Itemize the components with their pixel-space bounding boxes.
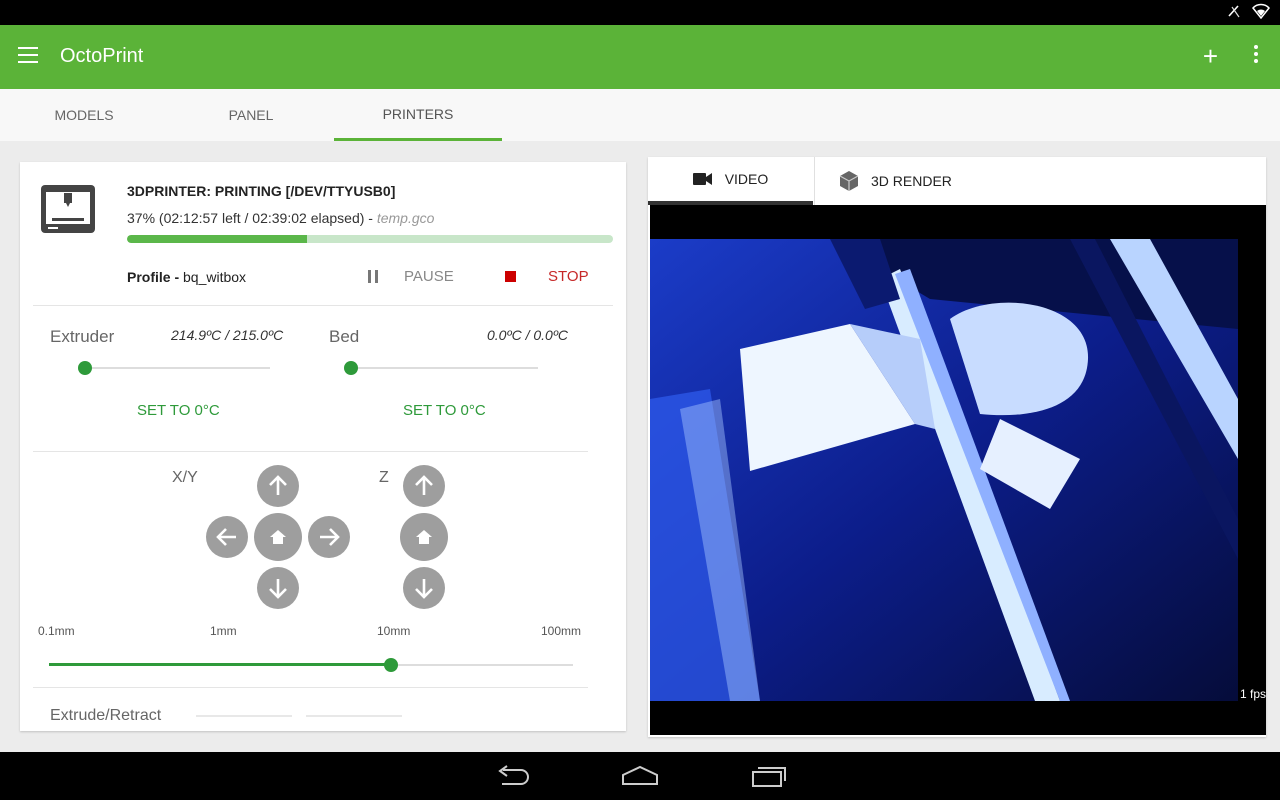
step-slider-fill xyxy=(49,663,391,666)
printer-status-title: 3DPRINTER: PRINTING [/DEV/TTYUSB0] xyxy=(127,183,396,199)
z-down-button[interactable] xyxy=(403,567,445,609)
overflow-menu-icon[interactable] xyxy=(1250,45,1262,66)
profile-value: bq_witbox xyxy=(183,269,247,285)
arrow-up-icon xyxy=(415,475,433,495)
bed-slider-track xyxy=(352,367,538,369)
tab-3d-render-label: 3D RENDER xyxy=(871,173,952,189)
home-icon xyxy=(416,530,432,544)
step-label-2: 10mm xyxy=(377,624,411,638)
arrow-up-icon xyxy=(269,475,287,495)
add-icon[interactable]: + xyxy=(1203,43,1218,69)
tab-printers[interactable]: PRINTERS xyxy=(334,89,502,141)
home-nav-icon[interactable] xyxy=(621,764,659,793)
fps-label: 1 fps xyxy=(1240,687,1266,701)
bed-label: Bed xyxy=(329,327,360,346)
y-down-button[interactable] xyxy=(257,567,299,609)
tab-panel[interactable]: PANEL xyxy=(167,89,335,141)
camera-card: VIDEO 3D RENDER 1 fps xyxy=(648,157,1266,737)
arrow-down-icon xyxy=(415,579,433,599)
tab-bar: MODELS PANEL PRINTERS xyxy=(0,89,1280,141)
extruder-temp-value: 214.9ºC / 215.0ºC xyxy=(171,327,284,343)
tab-3d-render[interactable]: 3D RENDER xyxy=(814,157,989,205)
profile-text: Profile - bq_witbox xyxy=(127,269,246,285)
step-slider-thumb[interactable] xyxy=(384,658,398,672)
app-bar: OctoPrint + xyxy=(0,25,1280,89)
app-title: OctoPrint xyxy=(60,45,144,67)
stop-label: STOP xyxy=(548,268,589,285)
extruder-slider-track xyxy=(86,367,270,369)
pause-icon xyxy=(368,270,378,283)
pause-label: PAUSE xyxy=(404,268,454,285)
xy-home-button[interactable] xyxy=(254,513,302,561)
extruder-slider-thumb[interactable] xyxy=(78,361,92,375)
printer-card: 3DPRINTER: PRINTING [/DEV/TTYUSB0] 37% (… xyxy=(20,162,626,731)
video-stream: 1 fps xyxy=(650,205,1266,735)
webcam-frame-image xyxy=(650,239,1238,701)
x-right-button[interactable] xyxy=(308,516,350,558)
network-off-icon xyxy=(1226,3,1242,24)
arrow-down-icon xyxy=(269,579,287,599)
z-up-button[interactable] xyxy=(403,465,445,507)
bed-temp-value: 0.0ºC / 0.0ºC xyxy=(487,327,569,343)
divider xyxy=(33,451,588,452)
stop-icon xyxy=(505,271,516,282)
divider xyxy=(33,687,588,688)
stop-button[interactable]: STOP xyxy=(505,268,589,285)
extrude-speed-field[interactable] xyxy=(306,715,402,731)
home-icon xyxy=(270,530,286,544)
video-camera-icon xyxy=(692,173,712,185)
arrow-left-icon xyxy=(216,528,236,546)
extruder-label: Extruder xyxy=(50,327,115,346)
menu-icon[interactable] xyxy=(18,47,40,67)
progress-summary: 37% (02:12:57 left / 02:39:02 elapsed) -… xyxy=(127,210,434,226)
divider xyxy=(33,305,613,306)
back-icon[interactable] xyxy=(494,764,530,793)
progress-time-text: 37% (02:12:57 left / 02:39:02 elapsed) - xyxy=(127,210,377,226)
recent-apps-icon[interactable] xyxy=(750,764,788,793)
z-label: Z xyxy=(379,469,389,486)
file-name: temp.gco xyxy=(376,210,435,226)
profile-label: Profile - xyxy=(127,269,184,285)
print-progress-fill xyxy=(127,235,307,243)
x-left-button[interactable] xyxy=(206,516,248,558)
tab-models[interactable]: MODELS xyxy=(0,89,168,141)
printer-icon xyxy=(40,184,96,239)
set-bed-button[interactable]: SET TO 0°C xyxy=(403,402,486,419)
print-progress-bar xyxy=(127,235,613,243)
navigation-bar xyxy=(0,752,1280,800)
y-up-button[interactable] xyxy=(257,465,299,507)
step-label-0: 0.1mm xyxy=(38,624,75,638)
step-label-1: 1mm xyxy=(210,624,237,638)
wifi-icon xyxy=(1252,3,1270,24)
tab-video-label: VIDEO xyxy=(724,171,769,187)
status-bar xyxy=(0,0,1280,25)
cube-icon xyxy=(839,171,859,191)
xy-label: X/Y xyxy=(172,469,198,486)
bed-slider-thumb[interactable] xyxy=(344,361,358,375)
pause-button[interactable]: PAUSE xyxy=(368,268,454,285)
extrude-retract-label: Extrude/Retract xyxy=(50,707,162,724)
extrude-amount-field[interactable] xyxy=(196,715,292,731)
set-extruder-button[interactable]: SET TO 0°C xyxy=(137,402,220,419)
z-home-button[interactable] xyxy=(400,513,448,561)
arrow-right-icon xyxy=(320,528,340,546)
tab-video[interactable]: VIDEO xyxy=(648,157,813,205)
step-label-3: 100mm xyxy=(541,624,582,638)
